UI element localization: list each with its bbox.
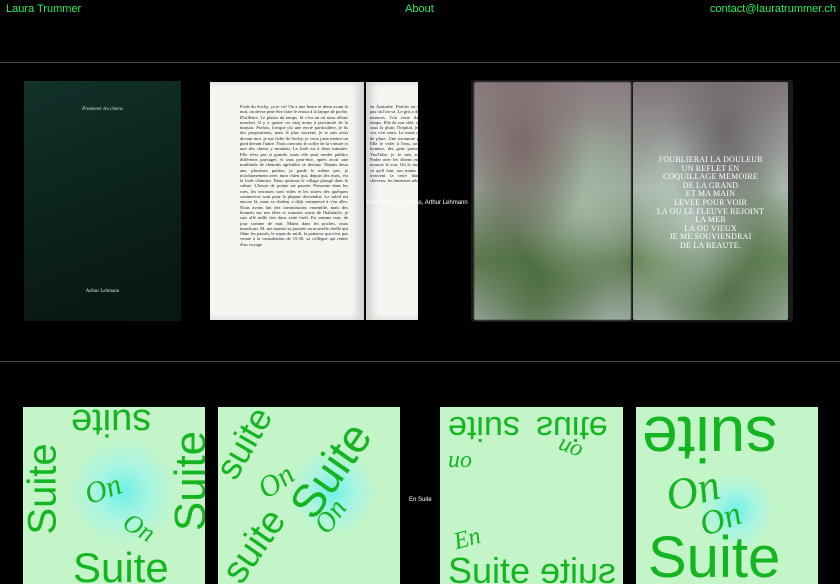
section-divider (0, 361, 840, 362)
project-caption-en-suite[interactable]: En Suite (409, 497, 432, 503)
poster-on: on (448, 450, 472, 476)
poster-4-image[interactable]: suite On On Suite (636, 407, 818, 584)
poster-3-image[interactable]: suite suite on on En Suite suite (440, 407, 623, 584)
poster-word: Suite (648, 525, 781, 584)
about-link[interactable]: About (405, 3, 434, 15)
spread-left-page (474, 82, 631, 320)
poster-word: Suite (448, 550, 531, 584)
poem-text: J'OUBLIERAI LA DOULEUR UN REFLET EN COQU… (633, 155, 788, 251)
photo-book-spread-image[interactable]: J'OUBLIERAI LA DOULEUR UN REFLET EN COQU… (471, 80, 793, 322)
poster-1-image[interactable]: suite Suite Suite Suite On On (23, 407, 205, 584)
poster-2-image[interactable]: suite Suite suite On On (218, 407, 400, 584)
left-page-text: Forêt du Sochy, ça te va? On a une heure… (240, 104, 348, 247)
cover-author: Arthur Lehmann (85, 289, 120, 294)
site-name-link[interactable]: Laura Trummer (6, 3, 81, 15)
poster-word: suite (540, 550, 617, 584)
left-page: Forêt du Sochy, ça te va? On a une heure… (210, 82, 364, 320)
poster-word: suite (218, 501, 295, 584)
spread-right-page: J'OUBLIERAI LA DOULEUR UN REFLET EN COQU… (633, 82, 788, 320)
book-cover-image[interactable]: Promener les chiens Arthur Lehmann (24, 81, 181, 321)
poster-word: Suite (23, 443, 65, 535)
poster-word: suite (71, 407, 152, 443)
section-divider (0, 62, 840, 63)
poem-line: DE LA BEAUTE. (679, 240, 742, 250)
poster-word: Suite (73, 544, 169, 584)
contact-email-link[interactable]: contact@lauratrummer.ch (710, 3, 836, 15)
poster-word: Suite (166, 430, 205, 532)
project-caption-promener[interactable]: Promener les chiens, Arthur Lehmann (367, 200, 468, 206)
poster-word: suite (448, 409, 520, 447)
right-page-text: en Australie. Parfois on ne sait pas où … (370, 104, 418, 184)
cover-title: Promener les chiens (82, 107, 123, 112)
